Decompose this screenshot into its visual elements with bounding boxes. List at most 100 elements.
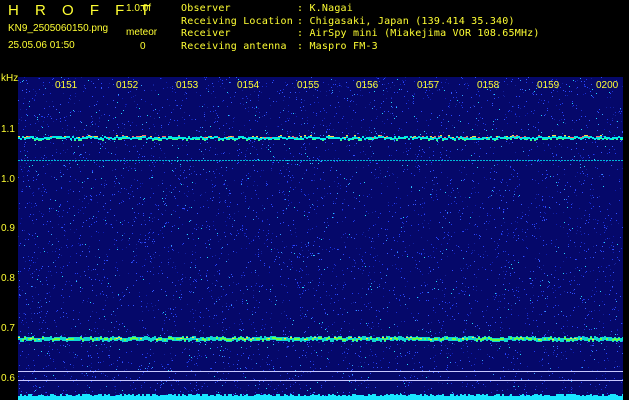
noise-speck (422, 292, 423, 293)
noise-speck (580, 351, 581, 352)
noise-speck (505, 114, 506, 115)
noise-speck (111, 364, 112, 365)
noise-speck (337, 86, 338, 87)
noise-speck (196, 385, 197, 386)
noise-speck (535, 278, 536, 279)
noise-speck (193, 317, 194, 318)
noise-speck (432, 93, 433, 94)
noise-speck (291, 264, 292, 265)
noise-speck (476, 94, 477, 95)
noise-speck (381, 278, 382, 279)
noise-speck (559, 392, 560, 393)
noise-speck (424, 213, 425, 214)
noise-speck (516, 240, 517, 241)
noise-speck (592, 178, 593, 179)
noise-speck (422, 274, 423, 275)
noise-speck (164, 333, 165, 334)
noise-speck (48, 135, 49, 136)
noise-speck (270, 386, 271, 387)
noise-speck (418, 230, 419, 231)
noise-speck (56, 119, 57, 120)
noise-speck (494, 98, 495, 99)
noise-speck (89, 246, 90, 247)
noise-speck (50, 199, 51, 200)
noise-speck (250, 346, 251, 347)
noise-speck (553, 307, 554, 308)
noise-speck (447, 315, 448, 316)
noise-speck (213, 106, 214, 107)
noise-speck (468, 247, 469, 248)
noise-speck (607, 119, 608, 120)
noise-speck (116, 220, 117, 221)
noise-speck (422, 366, 423, 367)
noise-speck (249, 243, 250, 244)
noise-speck (596, 232, 597, 233)
noise-speck (556, 239, 557, 240)
noise-speck (166, 195, 167, 196)
noise-speck (449, 239, 450, 240)
noise-speck (434, 345, 435, 346)
noise-speck (559, 179, 560, 180)
noise-speck (67, 212, 68, 213)
noise-speck (534, 224, 535, 225)
noise-speck (609, 152, 610, 153)
noise-speck (459, 84, 460, 85)
noise-speck (189, 349, 190, 350)
noise-speck (475, 124, 476, 125)
noise-speck (378, 234, 379, 235)
noise-speck (164, 247, 165, 248)
noise-speck (462, 386, 463, 387)
noise-speck (115, 169, 116, 170)
noise-speck (593, 154, 594, 155)
noise-speck (168, 262, 169, 263)
noise-speck (186, 93, 187, 94)
noise-speck (293, 379, 294, 380)
noise-speck (564, 174, 565, 175)
noise-speck (278, 342, 279, 343)
noise-speck (584, 233, 585, 234)
noise-speck (158, 135, 159, 136)
noise-speck (564, 169, 565, 170)
noise-speck (559, 120, 560, 121)
noise-speck (600, 211, 601, 212)
noise-speck (491, 191, 492, 192)
noise-speck (612, 259, 613, 260)
noise-speck (617, 330, 618, 331)
noise-speck (63, 297, 64, 298)
noise-speck (333, 217, 334, 218)
noise-speck (517, 297, 518, 298)
noise-speck (553, 352, 554, 353)
noise-speck (500, 334, 501, 335)
noise-speck (218, 117, 219, 118)
noise-speck (403, 223, 404, 224)
noise-speck (137, 204, 138, 205)
noise-speck (533, 92, 534, 93)
noise-speck (167, 364, 168, 365)
noise-speck (287, 292, 288, 293)
noise-speck (388, 146, 389, 147)
noise-speck (60, 170, 61, 171)
noise-speck (279, 173, 280, 174)
noise-speck (211, 290, 212, 291)
noise-speck (571, 207, 572, 208)
noise-speck (171, 313, 172, 314)
noise-speck (91, 116, 92, 117)
noise-speck (526, 101, 527, 102)
noise-speck (176, 105, 177, 106)
noise-speck (227, 349, 228, 350)
noise-speck (202, 298, 203, 299)
noise-speck (223, 327, 224, 328)
noise-speck (88, 298, 89, 299)
noise-speck (276, 101, 277, 102)
noise-speck (463, 277, 464, 278)
noise-speck (589, 202, 590, 203)
noise-speck (603, 251, 604, 252)
noise-speck (213, 197, 214, 198)
noise-speck (376, 77, 377, 78)
noise-speck (37, 313, 38, 314)
noise-speck (189, 115, 190, 116)
noise-speck (245, 367, 246, 368)
noise-speck (451, 115, 452, 116)
noise-speck (104, 185, 105, 186)
noise-speck (310, 229, 311, 230)
